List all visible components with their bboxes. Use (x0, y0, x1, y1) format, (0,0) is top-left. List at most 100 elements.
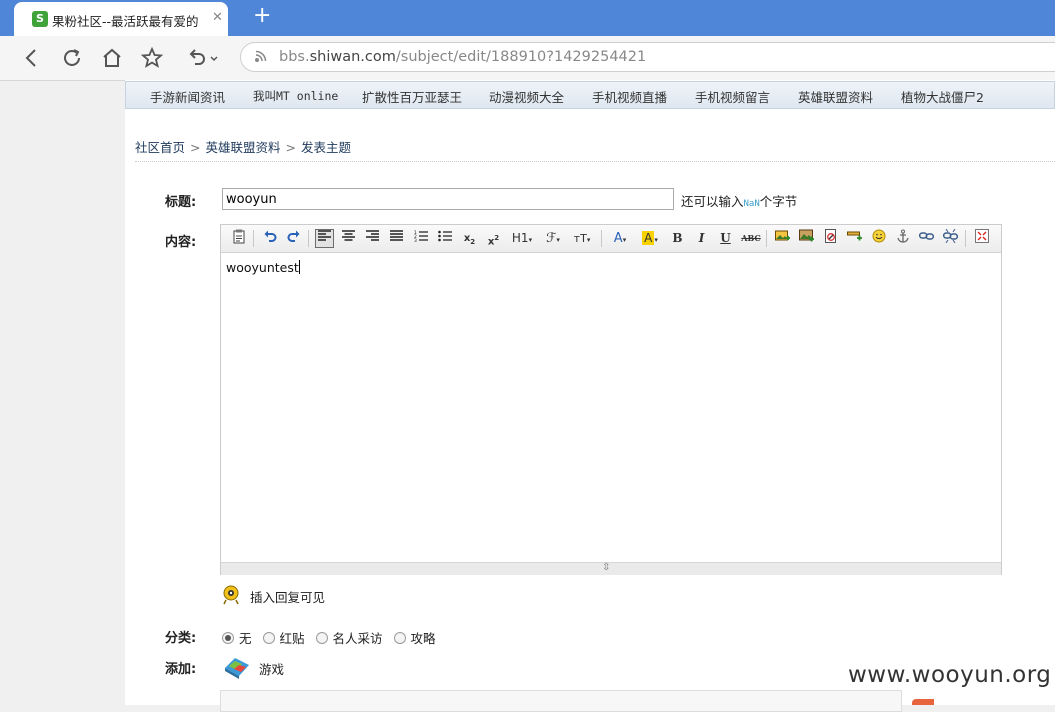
url-path: /subject/edit/188910?1429254421 (395, 49, 647, 65)
favicon-icon: S (32, 11, 48, 27)
resize-grip-icon: ⇳ (602, 562, 611, 573)
reload-icon[interactable] (60, 46, 84, 70)
align-left-icon[interactable] (315, 229, 334, 248)
insert-attachment-icon[interactable] (845, 229, 864, 248)
toolbar-separator (253, 230, 254, 247)
reply-visible-icon (223, 585, 239, 605)
add-game-label: 游戏 (259, 662, 285, 677)
nav-item-live[interactable]: 手机视频直播 (592, 87, 667, 106)
insert-flash-icon[interactable] (821, 229, 840, 248)
breadcrumb-forum[interactable]: 英雄联盟资料 (206, 140, 281, 155)
title-label: 标题: (165, 195, 197, 210)
insert-image-icon[interactable] (773, 229, 792, 248)
superscript-icon[interactable]: x2 (484, 229, 503, 248)
game-icon (225, 658, 249, 679)
tab-title: 果粉社区--最活跃最有爱的 (52, 14, 199, 29)
address-url: bbs.shiwan.com/subject/edit/188910?14292… (279, 49, 646, 65)
chevron-down-icon: ▾ (654, 236, 658, 244)
nav-item-arthur[interactable]: 扩散性百万亚瑟王 (362, 87, 462, 106)
link-icon[interactable] (917, 229, 936, 248)
chevron-down-icon: ▾ (622, 236, 627, 244)
chevron-down-icon: ▾ (586, 236, 591, 244)
strikethrough-icon[interactable]: ABC (740, 229, 762, 248)
home-icon[interactable] (100, 46, 124, 70)
toolbar-separator (601, 230, 602, 247)
back-icon[interactable] (20, 46, 44, 70)
text-cursor (298, 260, 300, 274)
title-input[interactable] (222, 188, 674, 210)
page-content: 手游新闻资讯 我叫MT online 扩散性百万亚瑟王 动漫视频大全 手机视频直… (125, 80, 1055, 712)
breadcrumb-home[interactable]: 社区首页 (135, 140, 185, 155)
heading-dropdown[interactable]: H1▾ (508, 229, 536, 248)
redo-icon[interactable] (284, 229, 303, 248)
category-radio-guide[interactable]: 攻略 (393, 628, 436, 647)
underline-icon[interactable]: U (716, 229, 735, 248)
breadcrumb-separator: > (285, 140, 296, 155)
content-label: 内容: (165, 235, 197, 250)
ordered-list-icon[interactable]: 123 (411, 229, 430, 248)
category-option: 攻略 (410, 631, 436, 646)
remain-prefix: 还可以输入 (681, 194, 744, 209)
top-nav: 手游新闻资讯 我叫MT online 扩散性百万亚瑟王 动漫视频大全 手机视频直… (125, 81, 1055, 109)
category-option: 名人采访 (332, 631, 383, 646)
game-search-box[interactable] (220, 690, 902, 712)
reply-visible-label: 插入回复可见 (250, 590, 326, 605)
radio-unchecked (393, 632, 406, 644)
category-radio-none[interactable]: 无 (222, 628, 252, 647)
toolbar-separator (965, 230, 966, 247)
nav-item-lol[interactable]: 英雄联盟资料 (798, 87, 873, 106)
remain-count: NaN (743, 199, 760, 209)
insert-gallery-icon[interactable] (797, 229, 816, 248)
breadcrumb-current[interactable]: 发表主题 (301, 140, 351, 155)
source-icon[interactable] (229, 229, 248, 248)
category-option: 红贴 (279, 631, 305, 646)
chevron-down-icon: ▾ (528, 236, 533, 244)
tab-close-icon[interactable]: ✕ (212, 10, 223, 25)
undo-close-tab-icon[interactable] (186, 46, 222, 70)
new-tab-button[interactable]: + (253, 4, 271, 28)
editor-content-area[interactable]: wooyuntest (221, 253, 1001, 561)
watermark: www.wooyun.org (848, 662, 1052, 688)
align-right-icon[interactable] (363, 229, 382, 248)
editor-text: wooyuntest (226, 260, 300, 275)
font-size-icon: тT (573, 232, 587, 245)
nav-item-news[interactable]: 手游新闻资讯 (150, 87, 225, 106)
align-justify-icon[interactable] (387, 229, 406, 248)
browser-toolbar: bbs.shiwan.com/subject/edit/188910?14292… (0, 36, 1055, 81)
add-label: 添加: (165, 662, 197, 677)
editor-resize-handle[interactable]: ⇳ (221, 562, 1001, 575)
bg-color-dropdown[interactable]: A ▾ (638, 229, 662, 248)
breadcrumb-separator: > (190, 140, 201, 155)
category-option: 无 (239, 631, 252, 646)
font-size-dropdown[interactable]: тT▾ (570, 229, 594, 248)
chevron-down-icon: ▾ (556, 236, 560, 244)
nav-item-comments[interactable]: 手机视频留言 (695, 87, 770, 106)
nav-item-pvz2[interactable]: 植物大战僵尸2 (901, 87, 984, 106)
nav-item-mt[interactable]: 我叫MT online (253, 88, 338, 104)
heading-label: H1 (511, 231, 529, 245)
bold-icon[interactable]: B (668, 229, 687, 248)
rich-text-editor: 123 x2 x2 H1▾ ℱ▾ тT▾ A▾ A ▾ B I U ABC wo… (220, 224, 1002, 575)
category-radio-interview[interactable]: 名人采访 (315, 628, 383, 647)
editor-content-text: wooyuntest (226, 260, 299, 275)
nav-item-anime[interactable]: 动漫视频大全 (489, 87, 564, 106)
site-info-icon[interactable] (253, 50, 267, 64)
unordered-list-icon[interactable] (435, 229, 454, 248)
font-color-dropdown[interactable]: A▾ (609, 229, 631, 248)
align-center-icon[interactable] (339, 229, 358, 248)
address-bar[interactable]: bbs.shiwan.com/subject/edit/188910?14292… (240, 42, 1055, 72)
anchor-icon[interactable] (893, 229, 912, 248)
italic-icon[interactable]: I (692, 229, 711, 248)
emoticon-icon[interactable] (869, 229, 888, 248)
category-label: 分类: (165, 631, 197, 646)
browser-tab[interactable]: S 果粉社区--最活跃最有爱的 ✕ (14, 2, 228, 36)
font-family-dropdown[interactable]: ℱ▾ (541, 229, 565, 248)
fullscreen-icon[interactable] (972, 229, 991, 248)
breadcrumb: 社区首页 > 英雄联盟资料 > 发表主题 (135, 137, 351, 156)
bookmark-star-icon[interactable] (140, 46, 164, 70)
category-radio-red[interactable]: 红贴 (262, 628, 305, 647)
subscript-icon[interactable]: x2 (460, 229, 479, 248)
undo-icon[interactable] (260, 229, 279, 248)
unlink-icon[interactable] (941, 228, 960, 248)
floating-tab[interactable] (912, 699, 934, 705)
